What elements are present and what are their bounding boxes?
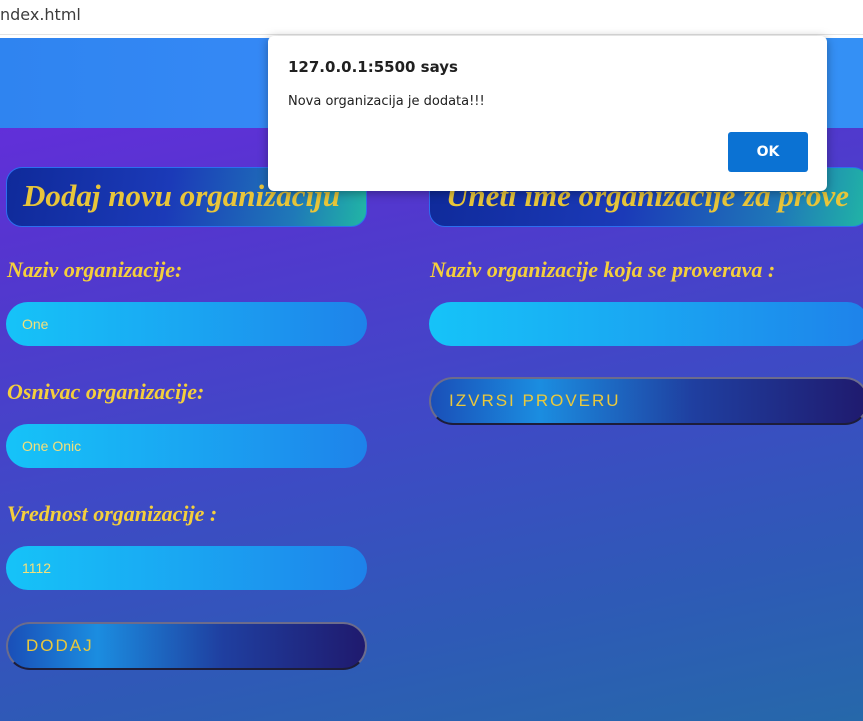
- organization-founder-value: One Onic: [22, 438, 82, 454]
- organization-founder-label: Osnivac organizacije:: [7, 379, 205, 404]
- checked-organization-name-label: Naziv organizacije koja se proverava :: [430, 257, 776, 282]
- alert-message: Nova organizacija je dodata!!!: [288, 94, 485, 109]
- organization-founder-input[interactable]: One Onic: [6, 424, 367, 468]
- alert-dialog: 127.0.0.1:5500 says Nova organizacija je…: [268, 36, 827, 191]
- organization-name-input[interactable]: One: [6, 302, 367, 346]
- add-button[interactable]: DODAJ: [6, 622, 367, 670]
- address-text: ndex.html: [0, 5, 81, 24]
- organization-value-label: Vrednost organizacije :: [7, 501, 218, 526]
- add-button-label: DODAJ: [26, 636, 94, 655]
- organization-name-label: Naziv organizacije:: [7, 257, 183, 282]
- checked-organization-name-input[interactable]: [429, 302, 863, 346]
- run-check-button-label: IZVRSI PROVERU: [449, 391, 621, 410]
- alert-title: 127.0.0.1:5500 says: [288, 58, 458, 76]
- browser-address-bar[interactable]: ndex.html: [0, 0, 863, 35]
- organization-value-input[interactable]: 1112: [6, 546, 367, 590]
- organization-name-value: One: [22, 316, 49, 332]
- organization-value-value: 1112: [22, 560, 52, 576]
- run-check-button[interactable]: IZVRSI PROVERU: [429, 377, 863, 425]
- alert-ok-button[interactable]: OK: [728, 132, 808, 172]
